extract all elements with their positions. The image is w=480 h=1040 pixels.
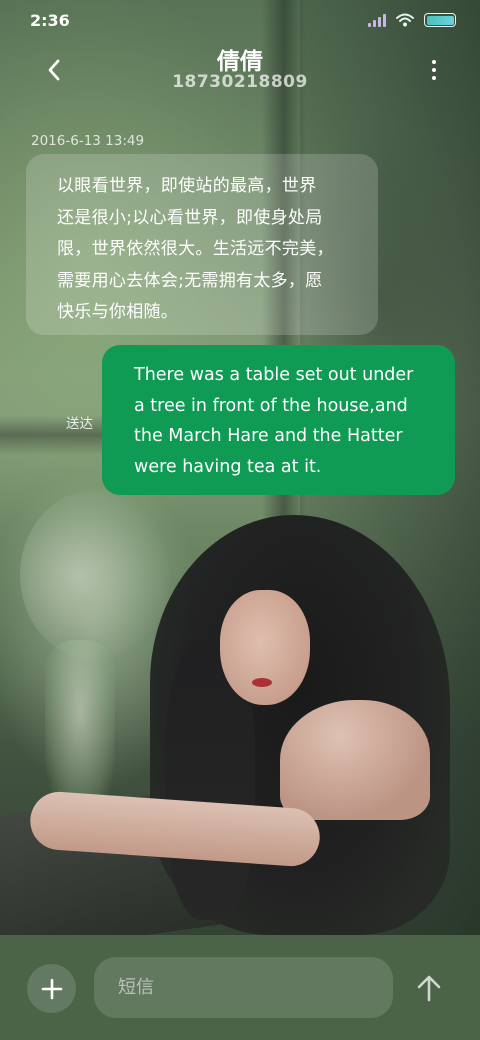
outgoing-message-bubble[interactable]: There was a table set out under a tree i… (102, 345, 455, 495)
send-button[interactable] (408, 967, 450, 1009)
message-timestamp: 2016-6-13 13:49 (31, 133, 145, 149)
wifi-icon (396, 13, 414, 27)
incoming-message-bubble[interactable]: 以眼看世界，即使站的最高，世界 还是很小;以心看世界，即使身处局 限，世界依然很… (26, 154, 378, 335)
message-input[interactable] (94, 957, 393, 1018)
contact-number: 18730218809 (172, 72, 308, 92)
composer-bar (0, 935, 480, 1040)
battery-icon (424, 13, 456, 27)
plus-icon (41, 978, 62, 999)
arrow-up-icon (417, 975, 441, 1002)
incoming-message-text: 以眼看世界，即使站的最高，世界 还是很小;以心看世界，即使身处局 限，世界依然很… (57, 176, 334, 322)
conversation-header: 倩倩 18730218809 (0, 40, 480, 100)
outgoing-message-text: There was a table set out under a tree i… (134, 365, 414, 477)
more-options-button[interactable] (424, 52, 444, 88)
delivery-status: 送达 (66, 416, 93, 432)
contact-name: 倩倩 (217, 49, 263, 75)
status-icons (368, 13, 456, 27)
status-time: 2:36 (30, 10, 70, 30)
signal-icon (368, 13, 386, 27)
status-bar: 2:36 (0, 0, 480, 40)
add-attachment-button[interactable] (27, 964, 76, 1013)
more-vertical-icon (432, 60, 436, 64)
